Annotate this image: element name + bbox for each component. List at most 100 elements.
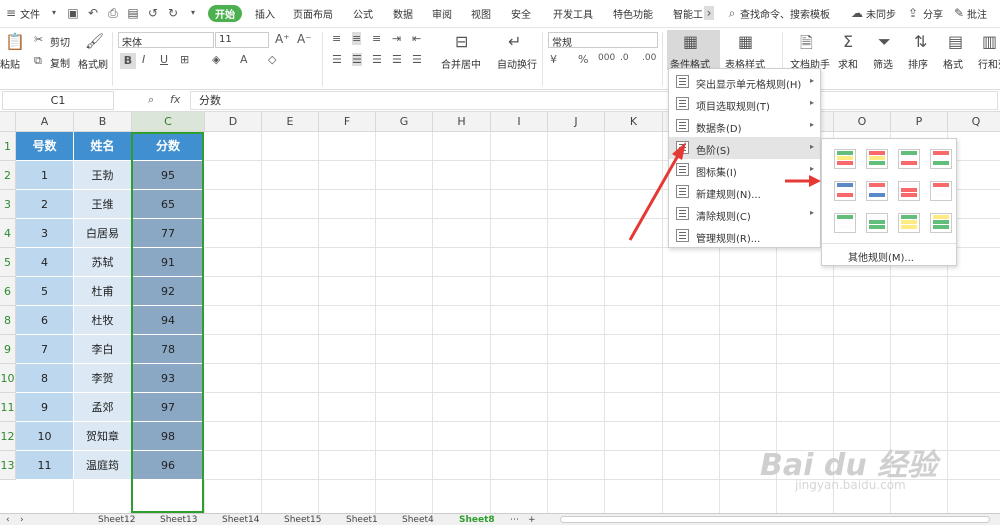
tab-security[interactable]: 安全 <box>511 6 531 21</box>
table-style-icon[interactable]: ▦ <box>738 32 753 51</box>
data-bars-item[interactable]: 数据条(D) ▸ <box>669 115 820 137</box>
sheet-tab[interactable]: Sheet14 <box>222 515 259 525</box>
sheet-tab[interactable]: Sheet4 <box>402 515 434 525</box>
tab-formulas[interactable]: 公式 <box>353 6 373 21</box>
format-painter-button[interactable]: 格式刷 <box>78 56 108 71</box>
table-cell[interactable]: 杜牧 <box>74 306 132 335</box>
currency-icon[interactable]: ¥ <box>550 53 557 66</box>
filter-icon[interactable]: ⏷ <box>878 32 891 52</box>
scroll-right-icon[interactable]: › <box>20 515 24 525</box>
table-cell[interactable]: 9 <box>16 393 74 422</box>
color-scale-swatch[interactable] <box>898 213 920 233</box>
table-cell[interactable]: 王维 <box>74 190 132 219</box>
search-command-input[interactable]: 查找命令、搜索模板 <box>740 6 830 21</box>
print-preview-icon[interactable]: ▤ <box>126 6 140 20</box>
color-scale-swatch[interactable] <box>898 149 920 169</box>
doc-helper-icon[interactable]: 🗎 <box>800 32 813 59</box>
tab-features[interactable]: 特色功能 <box>613 6 653 21</box>
color-scale-swatch[interactable] <box>930 213 952 233</box>
merge-center-button[interactable]: 合并居中 <box>441 56 481 71</box>
sync-status[interactable]: 未同步 <box>866 6 896 21</box>
color-scale-swatch[interactable] <box>930 149 952 169</box>
top-bottom-rules-item[interactable]: 项目选取规则(T) ▸ <box>669 93 820 115</box>
row-header[interactable]: 12 <box>0 422 16 451</box>
formula-input[interactable]: 分数 <box>190 91 998 110</box>
table-cell[interactable]: 白居易 <box>74 219 132 248</box>
number-format-select[interactable]: 常规 <box>548 32 658 49</box>
percent-icon[interactable]: % <box>578 53 588 66</box>
color-scale-swatch[interactable] <box>866 181 888 201</box>
fill-color-icon[interactable]: ◈ <box>212 53 220 66</box>
increase-font-icon[interactable]: A⁺ <box>275 32 290 46</box>
column-header-k[interactable]: K <box>605 112 663 132</box>
column-header-i[interactable]: I <box>491 112 548 132</box>
column-header-b[interactable]: B <box>74 112 132 132</box>
table-cell[interactable]: 2 <box>16 190 74 219</box>
quick-access-chevron-icon[interactable]: ▾ <box>186 6 200 20</box>
undo-history-icon[interactable]: ↶ <box>86 6 100 20</box>
table-cell[interactable]: 贺知章 <box>74 422 132 451</box>
table-cell[interactable]: 10 <box>16 422 74 451</box>
menu-icon[interactable]: ≡ <box>4 6 18 20</box>
font-size-select[interactable]: 11 <box>215 32 269 48</box>
color-scale-swatch[interactable] <box>930 181 952 201</box>
format-painter-icon[interactable]: 🖌 <box>85 32 104 50</box>
decrease-font-icon[interactable]: A⁻ <box>297 32 312 46</box>
color-scale-swatch[interactable] <box>898 181 920 201</box>
row-header[interactable]: 5 <box>0 248 16 277</box>
column-header-g[interactable]: G <box>376 112 433 132</box>
sheet-tab[interactable]: Sheet13 <box>160 515 197 525</box>
thousands-icon[interactable]: 000 <box>598 53 615 63</box>
column-header-p[interactable]: P <box>891 112 948 132</box>
row-header[interactable]: 9 <box>0 335 16 364</box>
file-menu[interactable]: 文件 <box>20 6 40 21</box>
row-header[interactable]: 1 <box>0 132 16 161</box>
horizontal-scrollbar[interactable] <box>560 516 990 523</box>
add-sheet-icon[interactable]: + <box>528 515 536 525</box>
align-center-icon[interactable]: ☰ <box>352 53 362 66</box>
decrease-decimal-icon[interactable]: .00 <box>642 53 656 63</box>
align-top-icon[interactable]: ≡ <box>332 32 341 45</box>
align-left-icon[interactable]: ☰ <box>332 53 342 66</box>
table-cell[interactable]: 王勃 <box>74 161 132 190</box>
row-header[interactable]: 11 <box>0 393 16 422</box>
paste-icon[interactable]: 📋 <box>5 32 25 51</box>
table-cell[interactable]: 4 <box>16 248 74 277</box>
table-cell[interactable]: 苏轼 <box>74 248 132 277</box>
column-header-e[interactable]: E <box>262 112 319 132</box>
row-header[interactable]: 2 <box>0 161 16 190</box>
table-cell[interactable]: 李白 <box>74 335 132 364</box>
wrap-text-icon[interactable]: ↵ <box>508 32 521 51</box>
color-scales-item[interactable]: 色阶(S) ▸ <box>669 137 820 159</box>
more-tabs-icon[interactable]: › <box>704 6 714 20</box>
manage-rules-item[interactable]: 管理规则(R)... <box>669 225 820 247</box>
more-sheets-icon[interactable]: ⋯ <box>510 515 519 525</box>
undo-icon[interactable]: ↺ <box>146 6 160 20</box>
column-header-j[interactable]: J <box>548 112 605 132</box>
color-scale-swatch[interactable] <box>866 213 888 233</box>
color-scale-swatch[interactable] <box>866 149 888 169</box>
outdent-icon[interactable]: ⇤ <box>412 32 421 45</box>
row-header[interactable]: 4 <box>0 219 16 248</box>
copy-button[interactable]: 复制 <box>50 55 70 70</box>
sheet-tab[interactable]: Sheet12 <box>98 515 135 525</box>
justify-icon[interactable]: ☰ <box>392 53 402 66</box>
zoom-icon[interactable]: ⌕ <box>148 93 154 107</box>
clear-format-icon[interactable]: ◇ <box>268 53 276 66</box>
sum-button[interactable]: 求和 <box>838 56 858 71</box>
tab-review[interactable]: 审阅 <box>432 6 452 21</box>
tab-insert[interactable]: 插入 <box>255 6 275 21</box>
font-color-icon[interactable]: A <box>240 53 248 66</box>
italic-icon[interactable]: I <box>142 53 145 66</box>
filter-button[interactable]: 筛选 <box>873 56 893 71</box>
column-header-h[interactable]: H <box>433 112 491 132</box>
sum-icon[interactable]: Σ <box>843 32 853 51</box>
table-cell[interactable]: 5 <box>16 277 74 306</box>
sort-icon[interactable]: ⇅ <box>914 32 927 51</box>
print-icon[interactable]: ⎙ <box>106 6 120 20</box>
highlight-rules-item[interactable]: 突出显示单元格规则(H) ▸ <box>669 71 820 93</box>
align-right-icon[interactable]: ☰ <box>372 53 382 66</box>
table-cell[interactable]: 姓名 <box>74 132 132 161</box>
column-header-f[interactable]: F <box>319 112 376 132</box>
row-col-icon[interactable]: ▥ <box>982 32 997 51</box>
